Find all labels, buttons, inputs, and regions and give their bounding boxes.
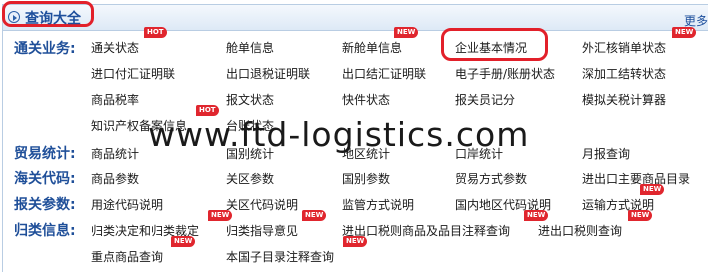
new-badge: NEW	[208, 210, 233, 221]
panel-title: 查询大全	[25, 11, 81, 27]
link-forex-verification[interactable]: 外汇核销单状态	[582, 39, 666, 56]
link-country-params[interactable]: 国别参数	[342, 170, 390, 187]
link-commodity-tax-rate[interactable]: 商品税率	[91, 91, 139, 108]
link-tariff-query[interactable]: 进出口税则查询	[538, 222, 622, 239]
link-e-handbook-status[interactable]: 电子手册/账册状态	[455, 65, 555, 82]
link-express-status[interactable]: 快件状态	[342, 91, 390, 108]
link-declarant-score[interactable]: 报关员记分	[455, 91, 515, 108]
new-badge: NEW	[302, 210, 327, 221]
category-label-params: 报关参数:	[14, 197, 76, 213]
new-badge: NEW	[171, 236, 196, 247]
link-manifest-info[interactable]: 舱单信息	[226, 39, 274, 56]
link-deep-processing-status[interactable]: 深加工结转状态	[582, 65, 666, 82]
link-main-commodity-catalog[interactable]: 进出口主要商品目录	[582, 170, 690, 187]
hot-badge: HOT	[144, 27, 167, 38]
new-badge: NEW	[672, 27, 697, 38]
new-badge: NEW	[394, 27, 419, 38]
link-district-code-desc[interactable]: 关区代码说明	[226, 196, 298, 213]
new-badge: NEW	[628, 210, 653, 221]
play-circle-icon	[8, 11, 20, 23]
link-district-params[interactable]: 关区参数	[226, 170, 274, 187]
link-usage-code-desc[interactable]: 用途代码说明	[91, 196, 163, 213]
enterprise-info-highlight	[441, 28, 548, 61]
link-commodity-stats[interactable]: 商品统计	[91, 145, 139, 162]
link-monthly-report[interactable]: 月报查询	[582, 145, 630, 162]
link-supervision-mode-desc[interactable]: 监管方式说明	[342, 196, 414, 213]
link-key-commodity-query[interactable]: 重点商品查询	[91, 248, 163, 265]
watermark-text: www.ftd-logistics.com	[148, 115, 530, 154]
category-label-codes: 海关代码:	[14, 171, 76, 187]
link-trade-mode-params[interactable]: 贸易方式参数	[455, 170, 527, 187]
panel-header	[3, 5, 708, 31]
link-tariff-calculator[interactable]: 模拟关税计算器	[582, 91, 666, 108]
category-label-trade: 贸易统计:	[14, 146, 76, 162]
category-label-customs: 通关业务:	[14, 41, 76, 57]
link-export-rebate-proof[interactable]: 出口退税证明联	[226, 65, 310, 82]
link-tariff-notes-query[interactable]: 进出口税则商品及品目注释查询	[342, 222, 510, 239]
new-badge: NEW	[343, 236, 368, 247]
link-classification-guidance[interactable]: 归类指导意见	[226, 222, 298, 239]
link-export-settlement-proof[interactable]: 出口结汇证明联	[342, 65, 426, 82]
link-customs-status[interactable]: 通关状态	[91, 39, 139, 56]
link-subheading-notes-query[interactable]: 本国子目录注释查询	[226, 248, 334, 265]
new-badge: NEW	[524, 210, 549, 221]
link-message-status[interactable]: 报文状态	[226, 91, 274, 108]
new-badge: NEW	[640, 184, 665, 195]
link-commodity-params[interactable]: 商品参数	[91, 170, 139, 187]
link-import-payment-proof[interactable]: 进口付汇证明联	[91, 65, 175, 82]
link-new-manifest-info[interactable]: 新舱单信息	[342, 39, 402, 56]
category-label-classify: 归类信息:	[14, 223, 76, 239]
